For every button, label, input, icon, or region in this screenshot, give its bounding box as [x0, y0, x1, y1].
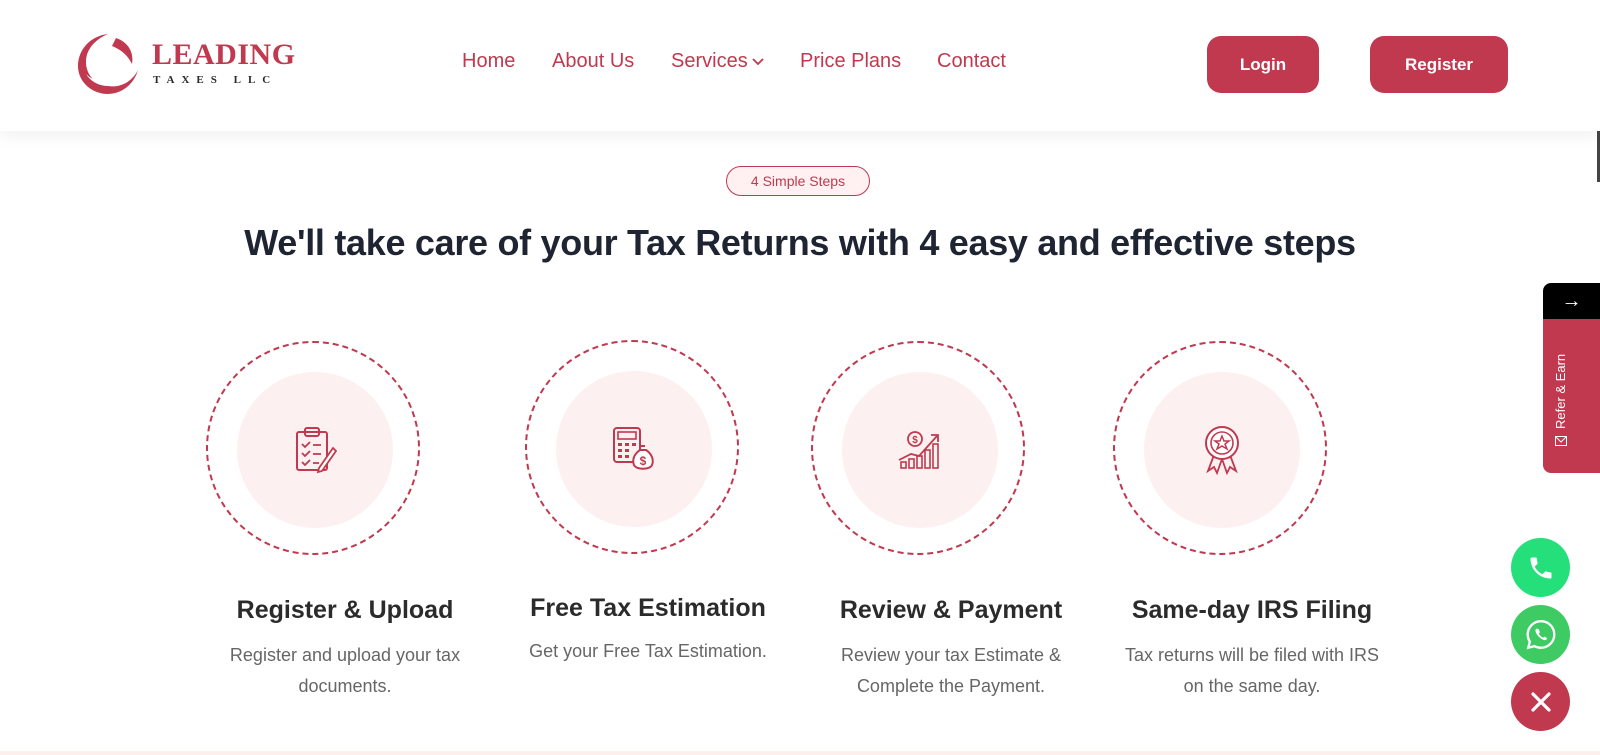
phone-button[interactable] — [1511, 538, 1570, 597]
step-desc-3: Review your tax Estimate & Complete the … — [840, 645, 1062, 696]
nav-contact[interactable]: Contact — [937, 50, 1006, 73]
phone-icon — [1530, 557, 1551, 578]
chevron-down-icon — [752, 58, 764, 65]
step-icon-bg: $ — [842, 372, 998, 528]
brand-name: LEADING — [152, 38, 296, 71]
calculator-money-bag-icon: $ — [613, 427, 654, 470]
step-desc-2: Get your Free Tax Estimation. — [529, 641, 767, 661]
step-icon-bg: $ — [556, 371, 712, 527]
step-icon-bg — [237, 372, 393, 528]
clipboard-checklist-icon — [296, 427, 337, 474]
next-section-edge — [0, 751, 1600, 755]
whatsapp-button[interactable] — [1511, 605, 1570, 664]
section-headline: We'll take care of your Tax Returns with… — [244, 222, 1356, 263]
brand-logo[interactable]: LEADING TAXES LLC — [76, 30, 296, 96]
step-title-1: Register & Upload — [236, 596, 454, 624]
step-circle-2: $ — [525, 340, 739, 554]
award-badge-icon — [1205, 426, 1239, 475]
nav-services-label: Services — [671, 50, 748, 72]
arrow-right-icon: → — [1561, 289, 1582, 312]
brand-subtitle: TAXES LLC — [153, 74, 278, 86]
register-button[interactable]: Register — [1370, 36, 1508, 93]
step-circle-4 — [1113, 341, 1327, 555]
steps-badge: 4 Simple Steps — [726, 166, 870, 196]
site-header: LEADING TAXES LLC Home About Us Services… — [0, 0, 1600, 131]
crescent-logo-icon — [78, 34, 138, 94]
close-floating-button[interactable] — [1511, 672, 1570, 731]
growth-chart-icon: $ — [898, 431, 939, 469]
nav-price-plans[interactable]: Price Plans — [800, 50, 901, 73]
step-title-3: Review & Payment — [839, 596, 1063, 624]
step-circle-1 — [206, 341, 420, 555]
step-title-2: Free Tax Estimation — [530, 594, 766, 622]
close-icon — [1530, 691, 1551, 712]
step-desc-4: Tax returns will be filed with IRS on th… — [1124, 645, 1380, 696]
nav-about-us[interactable]: About Us — [552, 50, 634, 73]
refer-earn-label: Refer & Earn — [1553, 353, 1568, 429]
refer-toggle-arrow[interactable]: → — [1543, 283, 1600, 319]
nav-home[interactable]: Home — [462, 50, 515, 73]
step-icon-bg — [1144, 372, 1300, 528]
refer-earn-tab[interactable]: Refer & Earn — [1543, 319, 1600, 473]
envelope-icon — [1554, 436, 1567, 446]
svg-text:$: $ — [912, 435, 918, 446]
step-desc-1: Register and upload your tax documents. — [229, 645, 461, 696]
login-button[interactable]: Login — [1207, 36, 1319, 93]
refer-earn-label-wrap: Refer & Earn — [1553, 354, 1568, 447]
step-title-4: Same-day IRS Filing — [1131, 596, 1373, 624]
nav-services[interactable]: Services — [671, 50, 764, 73]
svg-text:$: $ — [640, 454, 647, 468]
whatsapp-icon — [1526, 619, 1555, 649]
step-circle-3: $ — [811, 341, 1025, 555]
